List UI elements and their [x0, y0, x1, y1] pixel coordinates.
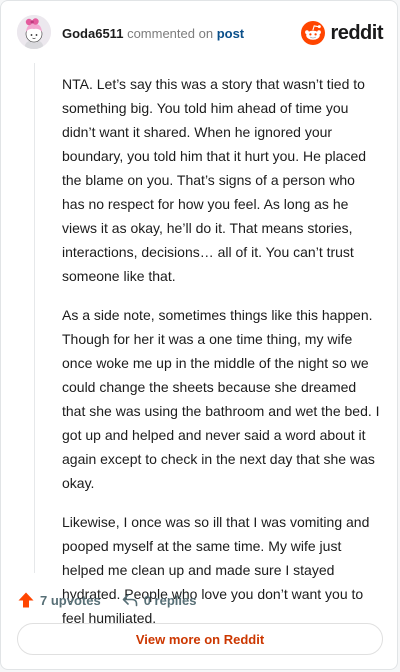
- avatar-image: [17, 15, 51, 49]
- comment-body: NTA. Let’s say this was a story that was…: [62, 72, 380, 645]
- reddit-wordmark: reddit: [330, 22, 383, 44]
- author-line: Goda6511 commented on post: [62, 26, 244, 42]
- reddit-brand[interactable]: reddit: [301, 20, 383, 46]
- upvote-arrow-icon: [18, 592, 34, 608]
- comment-paragraph: NTA. Let’s say this was a story that was…: [62, 76, 367, 284]
- view-more-button[interactable]: View more on Reddit: [17, 623, 383, 655]
- reply-count: 0 replies: [143, 592, 197, 608]
- avatar[interactable]: [17, 15, 51, 49]
- comment-paragraph: As a side note, sometimes things like th…: [62, 307, 380, 491]
- commented-on-text: commented on: [127, 26, 214, 41]
- upvote-count: 7 upvotes: [40, 592, 101, 608]
- comment-actions: 7 upvotes 0 replies: [17, 587, 196, 613]
- comment-header: Goda6511 commented on post reddit: [1, 1, 397, 63]
- replies-button[interactable]: 0 replies: [121, 591, 197, 609]
- author-name[interactable]: Goda6511: [62, 26, 123, 41]
- upvote-button[interactable]: 7 upvotes: [17, 591, 101, 609]
- reddit-logo-icon: [301, 21, 326, 45]
- reply-arrow-icon: [122, 594, 137, 607]
- thread-line: [34, 63, 35, 573]
- comment-embed-card: Goda6511 commented on post reddit NTA. L…: [0, 0, 398, 670]
- post-link[interactable]: post: [217, 26, 244, 41]
